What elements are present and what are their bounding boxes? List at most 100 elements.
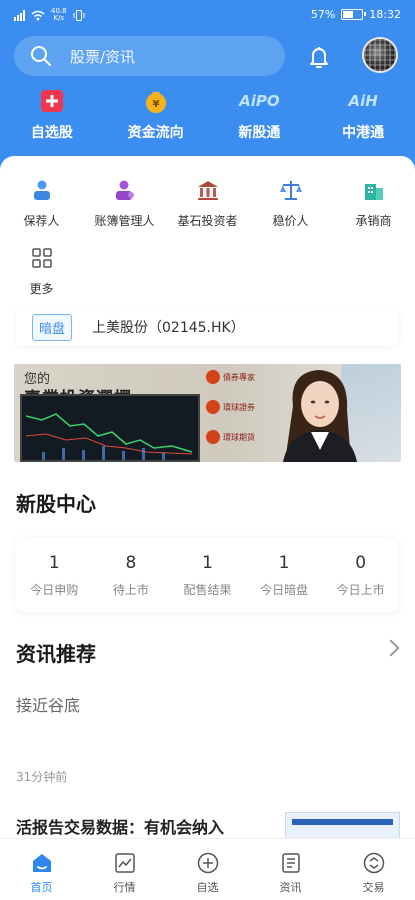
building-icon [364, 184, 383, 200]
network-speed: 40.8 K/s [51, 7, 67, 22]
ipo-stat-pending-listing[interactable]: 8 待上市 [93, 538, 170, 612]
dark-pool-stock: 上美股份（02145.HK） [92, 320, 245, 336]
ipo-stat-label: 今日上市 [336, 582, 385, 597]
badge-icon [206, 370, 220, 384]
promo-banner[interactable]: 您的 專業投資選擇 債券專家 環球證券 環球期貨 [14, 364, 401, 462]
banner-item-label: 環球證券 [223, 402, 255, 412]
banner-item: 環球期貨 [206, 430, 255, 444]
service-bookrunner[interactable]: 账簿管理人 [83, 178, 166, 229]
badge-icon [206, 400, 220, 414]
home-icon [32, 854, 51, 872]
bottom-tab-bar: 首页 行情 自选 资讯 交易 [0, 838, 415, 900]
banner-item: 環球證券 [206, 400, 255, 414]
search-bar[interactable]: 股票/资讯 [14, 36, 285, 76]
vibrate-icon [73, 9, 85, 21]
banner-item: 債券專家 [206, 370, 255, 384]
dark-pool-tag: 暗盘 [32, 313, 73, 341]
tab-home[interactable]: 首页 [0, 839, 83, 900]
app-screen: 40.8 K/s 57% 18:32 股票/资讯 自选股 ¥ 资金流向 AiPO… [0, 0, 415, 900]
quick-entry-label: 资金流向 [127, 125, 184, 141]
service-sponsor[interactable]: 保荐人 [0, 178, 83, 229]
ipo-stat-value: 0 [355, 552, 367, 573]
sponsor-icon [33, 180, 50, 200]
svg-text:¥: ¥ [152, 99, 159, 110]
service-underwriter[interactable]: 承销商 [332, 178, 415, 229]
badge-icon [206, 430, 220, 444]
quick-entry-label: 中港通 [342, 125, 385, 141]
service-label: 账簿管理人 [94, 214, 155, 228]
ipo-stat-value: 1 [202, 552, 213, 573]
banner-monitor-image [20, 394, 200, 462]
dark-pool-row[interactable]: 暗盘 上美股份（02145.HK） [16, 308, 399, 346]
aipo-icon: AiPO [239, 88, 280, 114]
service-label: 更多 [29, 282, 54, 296]
quick-entries: 自选股 ¥ 资金流向 AiPO 新股通 AiH 中港通 [0, 88, 415, 148]
ipo-stat-dark-pool-today[interactable]: 1 今日暗盘 [246, 538, 323, 612]
ipo-stat-label: 今日申购 [30, 582, 79, 597]
ipo-stat-label: 今日暗盘 [260, 582, 309, 597]
avatar[interactable] [362, 37, 398, 73]
tab-label: 交易 [362, 881, 385, 894]
signal-icon [14, 9, 25, 21]
battery-percent: 57% [310, 8, 336, 21]
tab-label: 首页 [30, 881, 53, 894]
search-icon [31, 46, 51, 66]
trade-icon [363, 852, 384, 874]
ipo-stat-value: 1 [48, 552, 60, 573]
content-sheet: 保荐人 账簿管理人 基石投资者 稳价人 承销商 更多 暗盘 上美股份（02145… [0, 156, 415, 900]
scale-icon [279, 181, 302, 200]
ipo-stats-card: 1 今日申购 8 待上市 1 配售结果 1 今日暗盘 0 今日上市 [16, 538, 399, 612]
tab-trade[interactable]: 交易 [332, 839, 415, 900]
ipo-stat-label: 配售结果 [183, 582, 232, 597]
aipo-glyph: AiPO [239, 92, 280, 110]
bank-icon [197, 181, 218, 200]
tab-news[interactable]: 资讯 [249, 839, 332, 900]
quick-entry-stock-connect[interactable]: AiH 中港通 [311, 88, 415, 148]
grid-icon [31, 248, 52, 268]
ipo-center-title: 新股中心 [16, 492, 96, 516]
battery-icon [341, 9, 367, 20]
quick-entry-label: 新股通 [238, 125, 281, 141]
quick-entry-capital-flow[interactable]: ¥ 资金流向 [104, 88, 208, 148]
banner-item-label: 環球期貨 [223, 432, 255, 442]
service-cornerstone[interactable]: 基石投资者 [166, 178, 249, 229]
banner-item-label: 債券專家 [223, 372, 255, 382]
tab-label: 自选 [196, 881, 219, 894]
quick-entry-new-stock[interactable]: AiPO 新股通 [208, 88, 312, 148]
bookrunner-icon [115, 180, 134, 200]
ipo-stat-allotment[interactable]: 1 配售结果 [169, 538, 246, 612]
service-stabilizer[interactable]: 稳价人 [249, 178, 332, 229]
banner-person-image [283, 370, 357, 462]
news-item-title[interactable]: 接近谷底 [16, 692, 80, 716]
top-header: 40.8 K/s 57% 18:32 股票/资讯 自选股 ¥ 资金流向 AiPO… [0, 0, 415, 180]
service-label: 承销商 [355, 214, 392, 228]
service-label: 保荐人 [23, 214, 60, 228]
clock: 18:32 [369, 8, 401, 21]
ipo-stat-value: 1 [278, 552, 290, 573]
tab-market[interactable]: 行情 [83, 839, 166, 900]
tab-label: 行情 [113, 881, 136, 894]
ipo-stat-value: 8 [125, 552, 137, 573]
aih-glyph: AiH [348, 92, 378, 110]
service-more[interactable]: 更多 [0, 246, 83, 297]
service-label: 基石投资者 [177, 214, 238, 228]
ipo-stat-label: 待上市 [112, 582, 149, 597]
bell-icon[interactable] [304, 42, 334, 72]
news-item-title[interactable]: 活报告交易数据：有机会纳入 [16, 814, 224, 838]
news-item-time: 31分钟前 [16, 770, 68, 784]
aih-icon: AiH [343, 88, 383, 114]
plus-circle-icon [197, 852, 218, 874]
quick-entry-watchlist[interactable]: 自选股 [0, 88, 104, 148]
plus-square-icon [39, 88, 65, 114]
wifi-icon [31, 10, 45, 20]
news-section-title: 资讯推荐 [16, 642, 96, 666]
tab-watchlist[interactable]: 自选 [166, 839, 249, 900]
chevron-right-icon[interactable] [382, 639, 400, 657]
chart-icon [114, 853, 135, 873]
ipo-stat-listing-today[interactable]: 0 今日上市 [322, 538, 399, 612]
document-icon [281, 853, 300, 873]
search-placeholder: 股票/资讯 [70, 47, 136, 66]
ipo-stat-subscribe-today[interactable]: 1 今日申购 [16, 538, 93, 612]
tab-label: 资讯 [279, 881, 302, 894]
quick-entry-label: 自选股 [30, 125, 73, 141]
